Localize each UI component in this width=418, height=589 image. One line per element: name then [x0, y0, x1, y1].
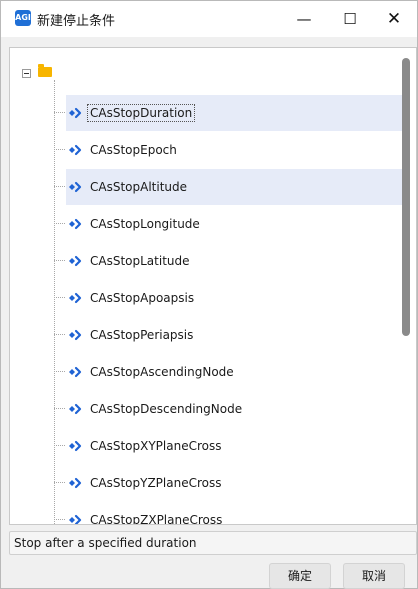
tree-item[interactable]: CAsStopDescendingNode — [54, 391, 404, 427]
tree-item-label: CAsStopPeriapsis — [90, 328, 194, 342]
tree-branch-line — [54, 260, 65, 261]
tree-item[interactable]: CAsStopYZPlaneCross — [54, 465, 404, 501]
stop-condition-tree[interactable]: CAsStopDuration CAsStopEpoch CAsStopAltitu… — [9, 47, 417, 525]
maximize-button[interactable]: ☐ — [327, 1, 373, 37]
tree-item[interactable]: CAsStopApoapsis — [54, 280, 404, 316]
stop-condition-icon — [68, 143, 84, 157]
tree-item[interactable]: CAsStopXYPlaneCross — [54, 428, 404, 464]
tree-item[interactable]: CAsStopAscendingNode — [54, 354, 404, 390]
tree-branch-line — [54, 149, 65, 150]
tree-item[interactable]: CAsStopDuration — [54, 95, 404, 131]
tree-branch-line — [54, 445, 65, 446]
app-icon: AGI — [15, 10, 31, 26]
stop-condition-icon — [68, 106, 84, 120]
stop-condition-icon — [68, 476, 84, 490]
tree-branch-line — [54, 223, 65, 224]
tree-branch-line — [54, 519, 65, 520]
tree-item-label: CAsStopEpoch — [90, 143, 177, 157]
dialog-window: AGI 新建停止条件 — ☐ ✕ CAsStopDuration CAsStopE… — [0, 0, 418, 589]
stop-condition-icon — [68, 291, 84, 305]
title-bar[interactable]: AGI 新建停止条件 — ☐ ✕ — [1, 1, 417, 37]
tree-item[interactable]: CAsStopLongitude — [54, 206, 404, 242]
folder-icon[interactable] — [38, 64, 52, 77]
tree-branch-line — [54, 334, 65, 335]
tree-item-label: CAsStopXYPlaneCross — [90, 439, 222, 453]
tree-item-label: CAsStopYZPlaneCross — [90, 476, 222, 490]
tree-branch-line — [54, 482, 65, 483]
tree-branch-line — [54, 112, 65, 113]
stop-condition-icon — [68, 254, 84, 268]
tree-branch-line — [54, 408, 65, 409]
stop-condition-icon — [68, 439, 84, 453]
tree-item[interactable]: CAsStopPeriapsis — [54, 317, 404, 353]
stop-condition-icon — [68, 328, 84, 342]
stop-condition-icon — [68, 513, 84, 524]
tree-item-label: CAsStopLongitude — [90, 217, 200, 231]
close-button[interactable]: ✕ — [371, 1, 417, 37]
tree-item-label: CAsStopDuration — [86, 104, 196, 122]
stop-condition-icon — [68, 402, 84, 416]
stop-condition-icon — [68, 180, 84, 194]
description-status-bar: Stop after a specified duration — [9, 531, 417, 555]
tree-item-label: CAsStopDescendingNode — [90, 402, 243, 416]
stop-condition-icon — [68, 217, 84, 231]
minimize-button[interactable]: — — [281, 1, 327, 37]
collapse-toggle-icon[interactable] — [22, 69, 31, 78]
tree-item[interactable]: CAsStopAltitude — [54, 169, 404, 205]
tree-item[interactable]: CAsStopLatitude — [54, 243, 404, 279]
tree-branch-line — [54, 297, 65, 298]
stop-condition-icon — [68, 365, 84, 379]
tree-item[interactable]: CAsStopZXPlaneCross — [54, 502, 404, 525]
tree-item-label: CAsStopLatitude — [90, 254, 190, 268]
tree-item-label: CAsStopAscendingNode — [90, 365, 234, 379]
ok-button[interactable]: 确定 — [269, 563, 331, 589]
tree-branch-line — [54, 186, 65, 187]
vertical-scrollbar[interactable] — [402, 58, 410, 336]
tree-connector-line — [54, 80, 55, 524]
tree-item[interactable]: CAsStopEpoch — [54, 132, 404, 168]
status-text: Stop after a specified duration — [14, 536, 197, 550]
tree-item-label: CAsStopZXPlaneCross — [90, 513, 223, 525]
window-title: 新建停止条件 — [37, 14, 116, 29]
cancel-button[interactable]: 取消 — [343, 563, 405, 589]
tree-item-label: CAsStopAltitude — [90, 180, 188, 194]
tree-branch-line — [54, 371, 65, 372]
tree-item-label: CAsStopApoapsis — [90, 291, 195, 305]
